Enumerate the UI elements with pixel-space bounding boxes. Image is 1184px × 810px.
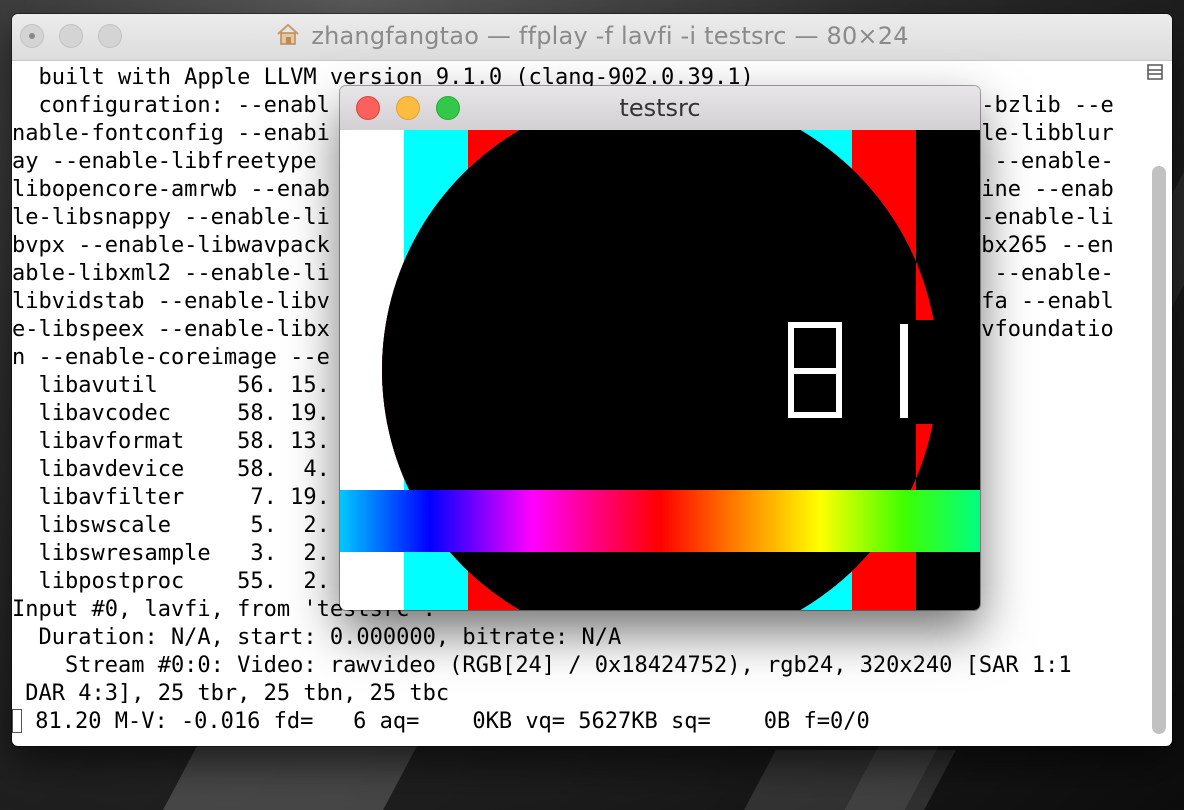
testsrc-title: testsrc: [619, 94, 701, 122]
cursor-icon: [12, 709, 22, 733]
home-icon: [275, 22, 301, 52]
frame-counter: [786, 320, 940, 424]
desktop-background-streak: [162, 746, 418, 810]
scroll-toggle-icon[interactable]: [1144, 64, 1166, 86]
testsrc-window[interactable]: testsrc: [340, 86, 980, 610]
terminal-title: zhangfangtao — ffplay -f lavfi -i testsr…: [12, 22, 1172, 52]
terminal-line-fragment: b --enable-: [968, 149, 1114, 174]
terminal-scrollbar-thumb[interactable]: [1152, 166, 1166, 734]
terminal-line-fragment: ofa --enabl: [968, 289, 1114, 314]
terminal-line-fragment: e-bzlib --e: [968, 93, 1114, 118]
terminal-line-fragment: ble-libblur: [968, 121, 1114, 146]
testsrc-titlebar[interactable]: testsrc: [340, 86, 980, 131]
terminal-line-fragment: avfoundatio: [968, 317, 1114, 342]
terminal-title-text: zhangfangtao — ffplay -f lavfi -i testsr…: [311, 22, 909, 50]
terminal-line: DAR 4:3], 25 tbr, 25 tbn, 25 tbc: [12, 681, 450, 706]
terminal-line: Stream #0:0: Video: rawvideo (RGB[24] / …: [12, 653, 1072, 678]
terminal-scrollbar[interactable]: [1152, 166, 1166, 734]
terminal-line-fragment: ibx265 --en: [968, 233, 1114, 258]
testsrc-video-frame[interactable]: [340, 130, 980, 610]
terminal-line-fragment: --enable-li: [968, 205, 1114, 230]
terminal-line-fragment: p --enable-: [968, 261, 1114, 286]
terminal-line: 81.20 M-V: -0.016 fd= 6 aq= 0KB vq= 5627…: [12, 708, 1142, 736]
terminal-line: Duration: N/A, start: 0.000000, bitrate:…: [12, 625, 622, 650]
desktop-background-streak: [744, 750, 956, 810]
terminal-titlebar[interactable]: zhangfangtao — ffplay -f lavfi -i testsr…: [12, 14, 1172, 61]
rainbow-gradient-band: [340, 490, 980, 552]
terminal-line-fragment: hine --enab: [968, 177, 1114, 202]
